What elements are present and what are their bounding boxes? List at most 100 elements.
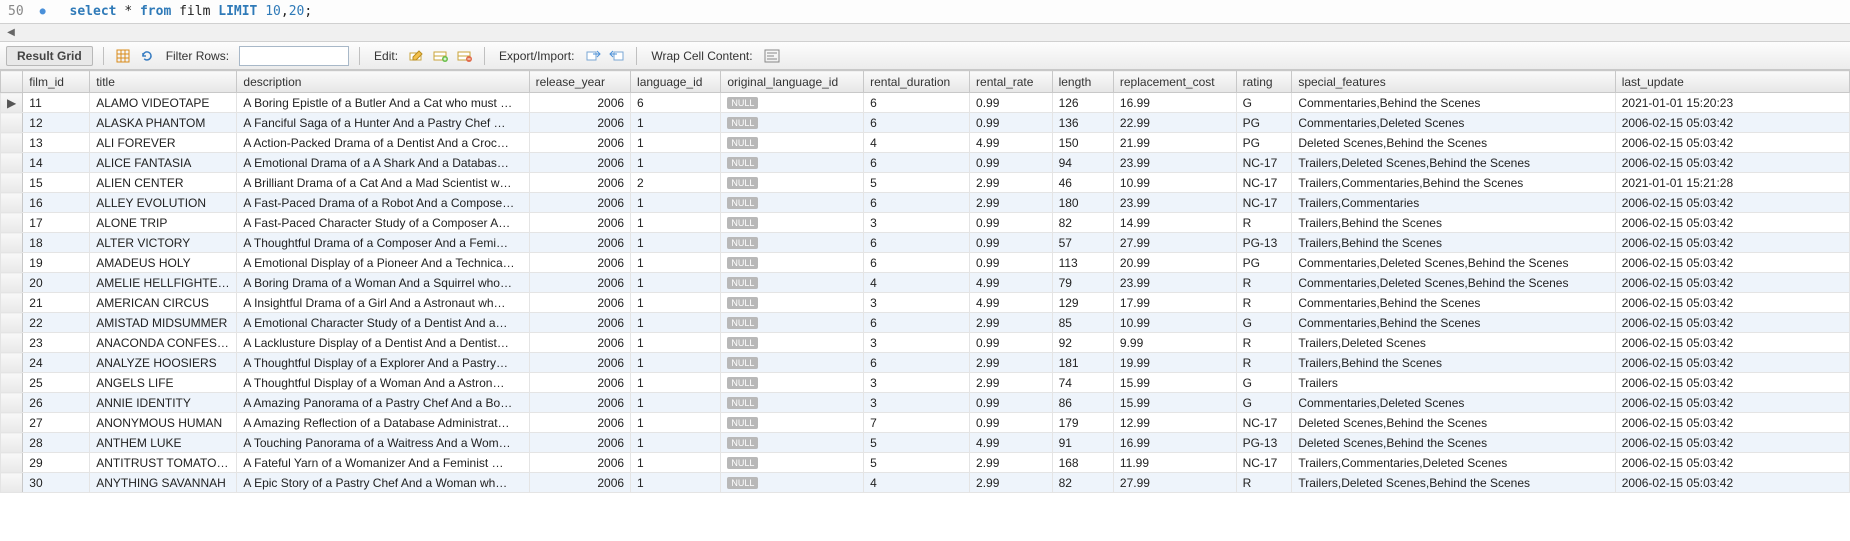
cell-release_year[interactable]: 2006 xyxy=(529,153,630,173)
cell-ptr[interactable] xyxy=(1,333,23,353)
cell-special_features[interactable]: Trailers,Behind the Scenes xyxy=(1292,213,1615,233)
delete-row-icon[interactable] xyxy=(456,47,474,65)
cell-replacement_cost[interactable]: 14.99 xyxy=(1113,213,1236,233)
cell-last_update[interactable]: 2006-02-15 05:03:42 xyxy=(1615,253,1849,273)
cell-title[interactable]: AMADEUS HOLY xyxy=(90,253,237,273)
cell-language_id[interactable]: 1 xyxy=(631,193,721,213)
cell-title[interactable]: ALAMO VIDEOTAPE xyxy=(90,93,237,113)
col-release-year[interactable]: release_year xyxy=(529,71,630,93)
cell-ptr[interactable] xyxy=(1,353,23,373)
col-length[interactable]: length xyxy=(1052,71,1113,93)
cell-ptr[interactable] xyxy=(1,173,23,193)
cell-description[interactable]: A Boring Epistle of a Butler And a Cat w… xyxy=(237,93,529,113)
cell-language_id[interactable]: 1 xyxy=(631,293,721,313)
cell-replacement_cost[interactable]: 15.99 xyxy=(1113,393,1236,413)
cell-rental_rate[interactable]: 2.99 xyxy=(970,313,1053,333)
col-description[interactable]: description xyxy=(237,71,529,93)
table-row[interactable]: 25ANGELS LIFEA Thoughtful Display of a W… xyxy=(1,373,1850,393)
cell-language_id[interactable]: 2 xyxy=(631,173,721,193)
cell-description[interactable]: A Action-Packed Drama of a Dentist And a… xyxy=(237,133,529,153)
cell-special_features[interactable]: Trailers,Commentaries,Behind the Scenes xyxy=(1292,173,1615,193)
cell-original_language_id[interactable]: NULL xyxy=(721,333,864,353)
cell-language_id[interactable]: 1 xyxy=(631,153,721,173)
cell-last_update[interactable]: 2006-02-15 05:03:42 xyxy=(1615,293,1849,313)
cell-length[interactable]: 82 xyxy=(1052,213,1113,233)
cell-ptr[interactable] xyxy=(1,433,23,453)
cell-special_features[interactable]: Trailers,Behind the Scenes xyxy=(1292,353,1615,373)
cell-rental_duration[interactable]: 6 xyxy=(864,153,970,173)
cell-description[interactable]: A Amazing Panorama of a Pastry Chef And … xyxy=(237,393,529,413)
cell-original_language_id[interactable]: NULL xyxy=(721,233,864,253)
cell-language_id[interactable]: 1 xyxy=(631,453,721,473)
cell-language_id[interactable]: 1 xyxy=(631,213,721,233)
cell-ptr[interactable] xyxy=(1,393,23,413)
cell-last_update[interactable]: 2006-02-15 05:03:42 xyxy=(1615,413,1849,433)
cell-description[interactable]: A Epic Story of a Pastry Chef And a Woma… xyxy=(237,473,529,493)
cell-ptr[interactable] xyxy=(1,133,23,153)
cell-language_id[interactable]: 1 xyxy=(631,433,721,453)
cell-original_language_id[interactable]: NULL xyxy=(721,273,864,293)
cell-special_features[interactable]: Trailers,Deleted Scenes,Behind the Scene… xyxy=(1292,473,1615,493)
cell-description[interactable]: A Emotional Display of a Pioneer And a T… xyxy=(237,253,529,273)
cell-original_language_id[interactable]: NULL xyxy=(721,213,864,233)
cell-description[interactable]: A Boring Drama of a Woman And a Squirrel… xyxy=(237,273,529,293)
cell-rental_duration[interactable]: 6 xyxy=(864,193,970,213)
cell-release_year[interactable]: 2006 xyxy=(529,253,630,273)
cell-language_id[interactable]: 1 xyxy=(631,233,721,253)
cell-title[interactable]: ALASKA PHANTOM xyxy=(90,113,237,133)
cell-last_update[interactable]: 2006-02-15 05:03:42 xyxy=(1615,233,1849,253)
cell-rating[interactable]: R xyxy=(1236,293,1292,313)
cell-rating[interactable]: R xyxy=(1236,333,1292,353)
cell-original_language_id[interactable]: NULL xyxy=(721,113,864,133)
cell-rating[interactable]: PG-13 xyxy=(1236,433,1292,453)
cell-title[interactable]: ANTHEM LUKE xyxy=(90,433,237,453)
cell-last_update[interactable]: 2006-02-15 05:03:42 xyxy=(1615,313,1849,333)
cell-replacement_cost[interactable]: 17.99 xyxy=(1113,293,1236,313)
cell-ptr[interactable] xyxy=(1,113,23,133)
cell-description[interactable]: A Fast-Paced Drama of a Robot And a Comp… xyxy=(237,193,529,213)
cell-rental_duration[interactable]: 4 xyxy=(864,133,970,153)
cell-rental_rate[interactable]: 4.99 xyxy=(970,273,1053,293)
cell-rental_duration[interactable]: 6 xyxy=(864,93,970,113)
cell-film_id[interactable]: 27 xyxy=(23,413,90,433)
cell-film_id[interactable]: 17 xyxy=(23,213,90,233)
cell-special_features[interactable]: Commentaries,Behind the Scenes xyxy=(1292,293,1615,313)
cell-replacement_cost[interactable]: 21.99 xyxy=(1113,133,1236,153)
cell-original_language_id[interactable]: NULL xyxy=(721,453,864,473)
table-row[interactable]: 17ALONE TRIPA Fast-Paced Character Study… xyxy=(1,213,1850,233)
cell-rating[interactable]: G xyxy=(1236,313,1292,333)
cell-rental_rate[interactable]: 0.99 xyxy=(970,393,1053,413)
cell-special_features[interactable]: Trailers,Behind the Scenes xyxy=(1292,233,1615,253)
cell-replacement_cost[interactable]: 16.99 xyxy=(1113,433,1236,453)
cell-rating[interactable]: R xyxy=(1236,273,1292,293)
cell-last_update[interactable]: 2006-02-15 05:03:42 xyxy=(1615,113,1849,133)
table-row[interactable]: 23ANACONDA CONFESS…A Lacklusture Display… xyxy=(1,333,1850,353)
cell-rental_duration[interactable]: 3 xyxy=(864,333,970,353)
cell-original_language_id[interactable]: NULL xyxy=(721,93,864,113)
table-row[interactable]: 28ANTHEM LUKEA Touching Panorama of a Wa… xyxy=(1,433,1850,453)
cell-release_year[interactable]: 2006 xyxy=(529,453,630,473)
col-language-id[interactable]: language_id xyxy=(631,71,721,93)
cell-release_year[interactable]: 2006 xyxy=(529,93,630,113)
cell-original_language_id[interactable]: NULL xyxy=(721,133,864,153)
cell-release_year[interactable]: 2006 xyxy=(529,373,630,393)
cell-release_year[interactable]: 2006 xyxy=(529,433,630,453)
cell-length[interactable]: 180 xyxy=(1052,193,1113,213)
cell-rental_rate[interactable]: 2.99 xyxy=(970,473,1053,493)
cell-rental_duration[interactable]: 7 xyxy=(864,413,970,433)
table-row[interactable]: 21AMERICAN CIRCUSA Insightful Drama of a… xyxy=(1,293,1850,313)
cell-release_year[interactable]: 2006 xyxy=(529,233,630,253)
cell-length[interactable]: 181 xyxy=(1052,353,1113,373)
cell-length[interactable]: 46 xyxy=(1052,173,1113,193)
result-grid-tab[interactable]: Result Grid xyxy=(6,46,93,66)
cell-ptr[interactable] xyxy=(1,273,23,293)
cell-release_year[interactable]: 2006 xyxy=(529,473,630,493)
sql-editor-line[interactable]: 50● select * from film LIMIT 10,20; xyxy=(0,0,1850,24)
cell-release_year[interactable]: 2006 xyxy=(529,273,630,293)
cell-release_year[interactable]: 2006 xyxy=(529,353,630,373)
cell-length[interactable]: 82 xyxy=(1052,473,1113,493)
table-row[interactable]: 12ALASKA PHANTOMA Fanciful Saga of a Hun… xyxy=(1,113,1850,133)
table-row[interactable]: 27ANONYMOUS HUMANA Amazing Reflection of… xyxy=(1,413,1850,433)
cell-film_id[interactable]: 14 xyxy=(23,153,90,173)
cell-length[interactable]: 129 xyxy=(1052,293,1113,313)
